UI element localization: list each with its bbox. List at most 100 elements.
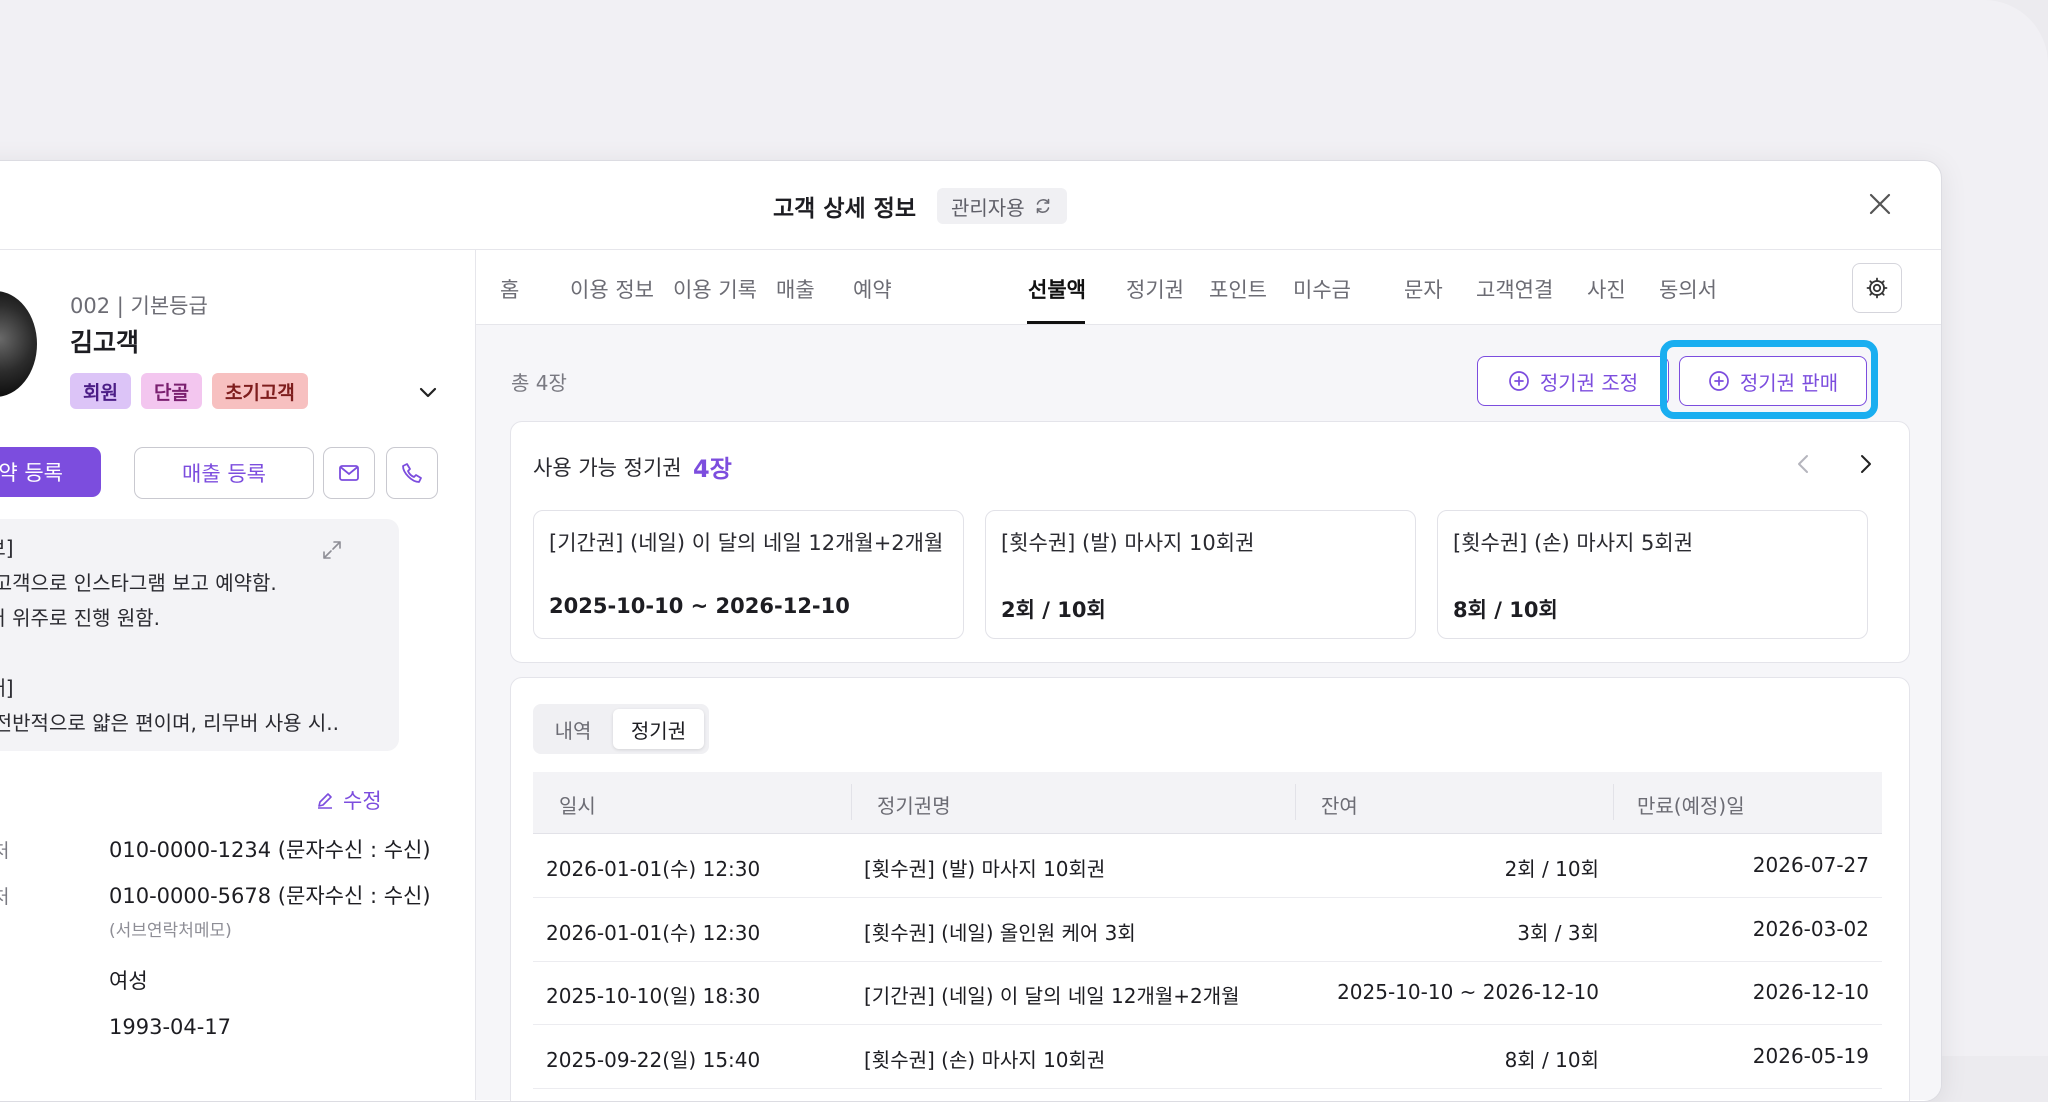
edit-label: 수정 [343,789,382,813]
available-passes-card: 사용 가능 정기권 4장 [기간권] (네일) 이 달의 네일 12개월+2개월… [510,421,1910,663]
close-icon[interactable] [1865,189,1895,219]
tab-consent[interactable]: 동의서 [1659,274,1717,304]
admin-badge-label: 관리자용 [951,195,1025,220]
plus-circle-icon [1508,371,1529,391]
info-sub-contact-memo: (서브연락처메모) [109,921,232,941]
available-passes-label: 사용 가능 정기권 [533,456,682,480]
customer-memo: 정보] 문 고객으로 인스타그램 보고 예약함. 케어 위주로 진행 원함. 상… [0,519,399,751]
pass-card-value: 2025-10-10 ~ 2026-12-10 [549,594,850,618]
available-passes-count: 4장 [693,455,732,483]
cell-date: 2025-10-10(일) 18:30 [546,984,761,1008]
tab-receivables[interactable]: 미수금 [1293,274,1351,304]
pass-card-name: [횟수권] (손) 마사지 5회권 [1453,531,1694,555]
active-tab-indicator [1027,321,1085,324]
cell-remaining: 3회 / 3회 [1517,921,1599,945]
memo-line: 정보] [0,536,14,560]
customer-detail-modal: 고객 상세 정보 관리자용 002 | 기본등급 김고객 회원 단골 초기고객 … [0,160,1942,1102]
phone-icon [402,463,422,483]
column-divider [1295,784,1296,820]
column-header-pass-name: 정기권명 [877,794,951,818]
history-segment-control: 내역 정기권 [533,704,709,754]
info-value-contact: 010-0000-1234 (문자수신 : 수신) [109,838,431,862]
message-button[interactable] [323,447,375,499]
adjust-pass-button[interactable]: 정기권 조정 [1477,356,1669,406]
segment-history[interactable]: 내역 [538,709,608,749]
gear-icon [1866,277,1888,299]
tag-new-customer: 초기고객 [211,373,308,409]
pass-card-name: [기간권] (네일) 이 달의 네일 12개월+2개월 [549,531,944,555]
chevron-right-icon[interactable] [1853,452,1877,476]
cell-remaining: 8회 / 10회 [1504,1048,1599,1072]
tab-photos[interactable]: 사진 [1587,274,1626,304]
chevron-down-icon[interactable] [416,383,440,403]
tab-home[interactable]: 홈 [500,274,519,304]
edit-button[interactable]: 수정 [315,785,382,815]
pass-card[interactable]: [횟수권] (발) 마사지 10회권 2회 / 10회 [985,510,1416,639]
memo-line: 케어 위주로 진행 원함. [0,606,161,630]
customer-name: 김고객 [70,328,140,357]
column-header-date: 일시 [559,794,596,818]
cell-expiry: 2026-03-02 [1752,917,1869,941]
modal-header: 고객 상세 정보 관리자용 [0,161,1941,250]
cell-expiry: 2026-12-10 [1752,980,1869,1004]
add-sale-button[interactable]: 매출 등록 [134,447,314,499]
table-row[interactable]: 2026-01-01(수) 12:30 [횟수권] (발) 마사지 10회권 2… [533,834,1882,898]
cell-expiry: 2026-07-27 [1752,853,1869,877]
tab-reservation[interactable]: 예약 [853,274,892,304]
table-row[interactable]: 2025-09-22(일) 15:40 [횟수권] (손) 마사지 10회권 8… [533,1025,1882,1089]
cell-pass-name: [기간권] (네일) 이 달의 네일 12개월+2개월 [864,984,1240,1008]
pass-card-name: [횟수권] (발) 마사지 10회권 [1001,531,1255,555]
tab-messages[interactable]: 문자 [1404,274,1443,304]
info-label-sub-contact: 연락처 [0,882,9,909]
tag-regular: 단골 [140,373,202,409]
memo-line: 상태] [0,676,14,700]
cell-date: 2026-01-01(수) 12:30 [546,921,761,945]
tab-usage-history[interactable]: 이용 기록 [673,274,757,304]
pass-card[interactable]: [횟수권] (손) 마사지 5회권 8회 / 10회 [1437,510,1868,639]
detail-tabs: 홈 이용 정보 이용 기록 매출 예약 선불액 정기권 포인트 미수금 문자 고… [476,250,1941,325]
column-header-remaining: 잔여 [1321,794,1358,818]
tab-sales[interactable]: 매출 [776,274,815,304]
column-divider [851,784,852,820]
chevron-left-icon[interactable] [1792,452,1816,476]
pass-card-value: 8회 / 10회 [1453,598,1558,622]
cell-date: 2026-01-01(수) 12:30 [546,857,761,881]
customer-tags: 회원 단골 초기고객 [70,373,308,409]
table-row[interactable]: 2026-01-01(수) 12:30 [횟수권] (네일) 올인원 케어 3회… [533,898,1882,962]
tab-prepaid[interactable]: 선불액 [1028,274,1086,304]
pass-history-card: 내역 정기권 일시 정기권명 잔여 만료(예정)일 2026-01-01(수) … [510,677,1910,1101]
info-value-gender: 여성 [109,969,148,993]
refresh-icon [1036,198,1049,214]
info-label-contact: 연락처 [0,836,9,863]
total-count: 총 4장 [511,371,567,395]
call-button[interactable] [386,447,438,499]
column-header-expiry: 만료(예정)일 [1637,794,1745,818]
settings-button[interactable] [1852,263,1902,313]
tab-pass[interactable]: 정기권 [1126,274,1184,304]
cell-expiry: 2026-05-19 [1752,1044,1869,1068]
pass-content: 총 4장 정기권 조정 정기권 판매 사용 가능 정기권 4장 [기간권] (네… [476,325,1941,1101]
admin-badge[interactable]: 관리자용 [937,188,1067,224]
info-value-birthdate: 1993-04-17 [109,1015,232,1039]
avatar [0,291,37,397]
pencil-icon [318,793,332,809]
tab-points[interactable]: 포인트 [1209,274,1267,304]
tab-customer-link[interactable]: 고객연결 [1476,274,1553,304]
detail-panel: 홈 이용 정보 이용 기록 매출 예약 선불액 정기권 포인트 미수금 문자 고… [476,250,1941,1101]
pass-card-value: 2회 / 10회 [1001,598,1106,622]
cell-remaining: 2025-10-10 ~ 2026-12-10 [1337,980,1599,1004]
pass-card[interactable]: [기간권] (네일) 이 달의 네일 12개월+2개월 2025-10-10 ~… [533,510,964,639]
reserve-button[interactable]: 예약 등록 [0,447,101,497]
modal-title: 고객 상세 정보 [773,196,916,222]
column-divider [1613,784,1614,820]
cell-date: 2025-09-22(일) 15:40 [546,1048,761,1072]
table-row[interactable]: 2025-10-10(일) 18:30 [기간권] (네일) 이 달의 네일 1… [533,961,1882,1025]
adjust-pass-label: 정기권 조정 [1539,370,1639,395]
memo-line: 문 고객으로 인스타그램 보고 예약함. [0,571,277,595]
segment-pass[interactable]: 정기권 [613,709,704,749]
table-header: 일시 정기권명 잔여 만료(예정)일 [533,772,1882,834]
cell-remaining: 2회 / 10회 [1504,857,1599,881]
tab-usage-info[interactable]: 이용 정보 [570,274,654,304]
expand-icon[interactable] [319,537,345,563]
mail-icon [339,465,359,481]
